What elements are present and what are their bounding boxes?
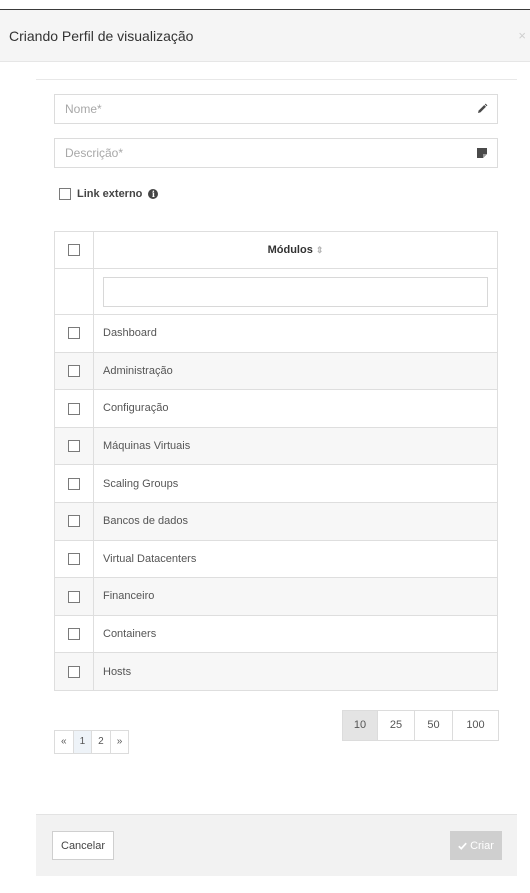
- filter-row: [54, 268, 498, 315]
- module-row[interactable]: Scaling Groups: [54, 464, 498, 503]
- select-all-cell: [54, 231, 94, 269]
- info-icon: i: [148, 189, 159, 199]
- page-size-100-button[interactable]: 100: [453, 711, 498, 740]
- module-checkbox[interactable]: [68, 665, 80, 678]
- pencil-icon: [478, 103, 488, 113]
- module-name: Administração: [93, 351, 498, 391]
- module-name: Containers: [93, 614, 498, 654]
- module-name: Máquinas Virtuais: [93, 426, 498, 466]
- module-checkbox-cell: [54, 652, 94, 691]
- module-checkbox[interactable]: [68, 590, 80, 603]
- module-name: Dashboard: [93, 314, 498, 353]
- page-size-50-button[interactable]: 50: [415, 711, 453, 740]
- module-checkbox-cell: [54, 351, 94, 391]
- module-checkbox-cell: [54, 577, 94, 616]
- modal-header: Criando Perfil de visualização ×: [0, 10, 530, 62]
- module-checkbox-cell: [54, 501, 94, 541]
- pagination: « 1 2 »: [54, 730, 130, 754]
- page-size-25-button[interactable]: 25: [378, 711, 415, 740]
- link-externo-checkbox[interactable]: [59, 188, 71, 200]
- select-all-checkbox[interactable]: [68, 244, 80, 257]
- cancel-button[interactable]: Cancelar: [52, 831, 115, 860]
- module-checkbox[interactable]: [68, 364, 80, 377]
- note-icon: [477, 148, 487, 158]
- page-1-button[interactable]: 1: [73, 731, 93, 753]
- module-row[interactable]: Virtual Datacenters: [54, 539, 498, 579]
- table-header-row: Módulos ⇕: [54, 231, 498, 269]
- module-checkbox-cell: [54, 389, 94, 428]
- filter-empty-cell: [54, 268, 94, 315]
- module-checkbox[interactable]: [68, 552, 80, 565]
- sort-icon: ⇕: [315, 245, 324, 255]
- page-2-button[interactable]: 2: [92, 731, 111, 753]
- module-row[interactable]: Dashboard: [54, 314, 498, 353]
- module-row[interactable]: Containers: [54, 614, 498, 654]
- module-name: Virtual Datacenters: [93, 539, 498, 579]
- modules-header-label: Módulos: [267, 244, 313, 256]
- module-checkbox-cell: [54, 464, 94, 503]
- module-row[interactable]: Bancos de dados: [54, 501, 498, 541]
- filter-cell: [93, 268, 498, 315]
- page-size-selector: 10 25 50 100: [342, 710, 499, 741]
- create-button-label: Criar: [470, 839, 494, 852]
- close-button[interactable]: ×: [518, 28, 526, 43]
- module-filter-input[interactable]: [103, 276, 488, 307]
- link-externo-label: Link externo: [77, 188, 143, 200]
- modules-table: Módulos ⇕ Dashboard Administração Configura…: [54, 231, 498, 691]
- module-checkbox-cell: [54, 426, 94, 466]
- next-page-button[interactable]: »: [111, 731, 129, 753]
- check-icon: [458, 842, 467, 850]
- divider: [36, 79, 517, 80]
- module-name: Hosts: [93, 652, 498, 691]
- module-name: Bancos de dados: [93, 501, 498, 541]
- modal-title: Criando Perfil de visualização: [9, 28, 194, 44]
- name-input[interactable]: [55, 95, 497, 123]
- module-checkbox[interactable]: [68, 327, 80, 340]
- module-checkbox-cell: [54, 314, 94, 353]
- module-checkbox[interactable]: [68, 628, 80, 641]
- module-name: Configuração: [93, 389, 498, 428]
- module-checkbox[interactable]: [68, 402, 80, 415]
- module-checkbox-cell: [54, 539, 94, 579]
- modal-body: Link externo i Módulos⇕ DashboardAdminis…: [36, 62, 517, 876]
- module-checkbox[interactable]: [68, 477, 80, 490]
- module-row[interactable]: Hosts: [54, 652, 498, 691]
- module-name: Financeiro: [93, 577, 498, 616]
- description-field-wrapper: [54, 138, 498, 168]
- module-row[interactable]: Máquinas Virtuais: [54, 426, 498, 466]
- module-checkbox[interactable]: [68, 440, 80, 453]
- module-row[interactable]: Administração: [54, 351, 498, 391]
- modal-footer: Cancelar Criar: [36, 814, 517, 876]
- description-input[interactable]: [55, 139, 497, 167]
- module-checkbox[interactable]: [68, 515, 80, 528]
- page-size-10-button[interactable]: 10: [343, 711, 378, 740]
- create-button[interactable]: Criar: [450, 831, 502, 860]
- module-name: Scaling Groups: [93, 464, 498, 503]
- name-field-wrapper: [54, 94, 498, 124]
- module-row[interactable]: Financeiro: [54, 577, 498, 616]
- prev-page-button[interactable]: «: [55, 731, 74, 753]
- modules-column-header[interactable]: Módulos ⇕: [93, 231, 498, 269]
- module-row[interactable]: Configuração: [54, 389, 498, 428]
- link-externo-option[interactable]: Link externo i: [59, 188, 159, 200]
- module-checkbox-cell: [54, 614, 94, 654]
